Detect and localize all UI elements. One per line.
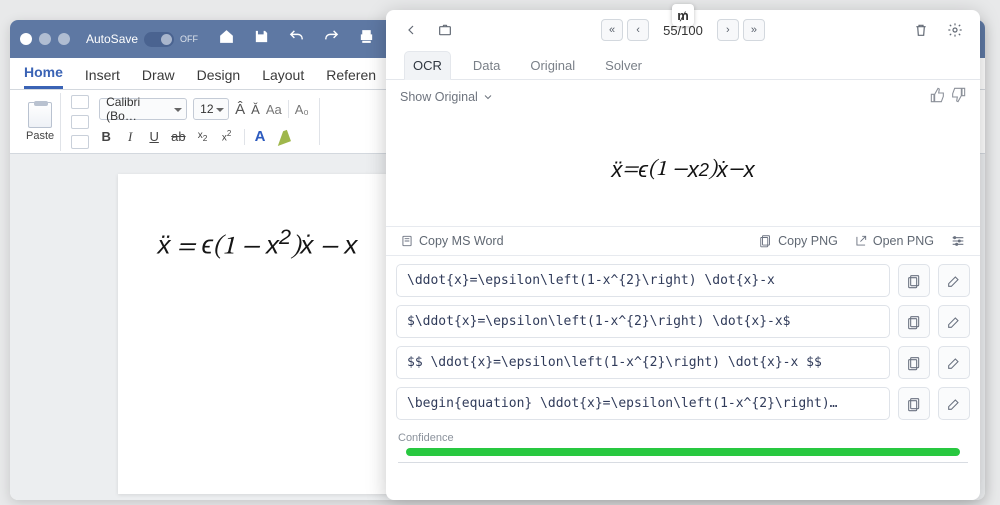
pager-first-button[interactable]: «: [601, 19, 623, 41]
ribbon-tab-insert[interactable]: Insert: [85, 61, 120, 89]
pager-last-button[interactable]: »: [743, 19, 765, 41]
panel-subbar: Show Original: [386, 80, 980, 114]
underline-button[interactable]: U: [147, 129, 161, 144]
latex-row: $$ \ddot{x}=\epsilon\left(1-x^{2}\right)…: [396, 346, 970, 379]
undo-icon[interactable]: [288, 28, 305, 50]
thumbs-up-icon[interactable]: [930, 87, 946, 108]
traffic-min-icon[interactable]: [39, 33, 51, 45]
change-case-icon[interactable]: A₀: [295, 102, 309, 117]
ocr-panel: ₥ « ‹ 55/100 › » OCR Data Original Solve…: [386, 10, 980, 500]
settings-button[interactable]: [942, 17, 968, 43]
autosave-switch-icon[interactable]: [144, 32, 174, 47]
latex-code[interactable]: \ddot{x}=\epsilon\left(1-x^{2}\right) \d…: [396, 264, 890, 297]
panel-tab-original[interactable]: Original: [522, 52, 583, 79]
copy-msword-button[interactable]: Copy MS Word: [400, 234, 504, 248]
chevron-down-icon: [482, 91, 494, 103]
edit-latex-button[interactable]: [938, 305, 970, 338]
redo-icon[interactable]: [323, 28, 340, 50]
copy-latex-button[interactable]: [898, 387, 930, 420]
feedback-votes: [930, 87, 966, 108]
font-row: Calibri (Bo… 12 Â Ǎ Aa A₀: [99, 98, 309, 120]
ribbon-tab-references[interactable]: Referen: [326, 61, 376, 89]
edit-latex-button[interactable]: [938, 387, 970, 420]
font-size-select[interactable]: 12: [193, 98, 229, 120]
copy-latex-button[interactable]: [898, 305, 930, 338]
subscript-button[interactable]: x2: [196, 130, 210, 143]
paste-label: Paste: [26, 130, 54, 142]
show-original-toggle[interactable]: Show Original: [400, 90, 494, 104]
traffic-max-icon[interactable]: [58, 33, 70, 45]
bold-button[interactable]: B: [99, 129, 113, 144]
confidence-bar: [406, 448, 960, 456]
autosave-label: AutoSave: [86, 32, 138, 46]
italic-button[interactable]: I: [123, 129, 137, 145]
confidence-label: Confidence: [398, 432, 968, 444]
print-icon[interactable]: [358, 28, 375, 50]
copy-latex-button[interactable]: [898, 346, 930, 379]
actionbar-options-icon[interactable]: [950, 233, 966, 249]
home-icon[interactable]: [218, 28, 235, 50]
confidence-section: Confidence: [386, 428, 980, 473]
copy-latex-button[interactable]: [898, 264, 930, 297]
edit-latex-button[interactable]: [938, 346, 970, 379]
cut-icon[interactable]: [71, 95, 89, 109]
shrink-font-icon[interactable]: Ǎ: [251, 102, 260, 117]
open-png-button[interactable]: Open PNG: [854, 234, 934, 248]
format-painter-icon[interactable]: [71, 135, 89, 149]
clipboard-icon[interactable]: [28, 102, 52, 128]
paste-group: Paste: [20, 93, 61, 151]
clear-format-icon[interactable]: Aa: [266, 102, 282, 117]
latex-output-list: \ddot{x}=\epsilon\left(1-x^{2}\right) \d…: [386, 256, 980, 428]
clipboard-mini-buttons: [71, 95, 89, 149]
pager-prev-button[interactable]: ‹: [627, 19, 649, 41]
ribbon-tab-home[interactable]: Home: [24, 58, 63, 89]
panel-tab-data[interactable]: Data: [465, 52, 508, 79]
action-bar: Copy MS Word Copy PNG Open PNG: [386, 226, 980, 256]
window-traffic-lights[interactable]: [20, 33, 70, 45]
ribbon-tab-draw[interactable]: Draw: [142, 61, 175, 89]
grow-font-icon[interactable]: Â: [235, 101, 245, 118]
latex-row: \ddot{x}=\epsilon\left(1-x^{2}\right) \d…: [396, 264, 970, 297]
style-row: B I U ab x2 x2 A: [99, 128, 309, 145]
panel-tabs: OCR Data Original Solver: [386, 50, 980, 80]
strike-button[interactable]: ab: [171, 129, 185, 144]
panel-tab-solver[interactable]: Solver: [597, 52, 650, 79]
ribbon-tab-design[interactable]: Design: [197, 61, 241, 89]
delete-button[interactable]: [908, 17, 934, 43]
latex-row: $\ddot{x}=\epsilon\left(1-x^{2}\right) \…: [396, 305, 970, 338]
latex-code[interactable]: \begin{equation} \ddot{x}=\epsilon\left(…: [396, 387, 890, 420]
pager-next-button[interactable]: ›: [717, 19, 739, 41]
autosave-state: OFF: [180, 34, 198, 44]
capture-icon[interactable]: [432, 17, 458, 43]
save-icon[interactable]: [253, 28, 270, 50]
latex-code[interactable]: $$ \ddot{x}=\epsilon\left(1-x^{2}\right)…: [396, 346, 890, 379]
font-name-select[interactable]: Calibri (Bo…: [99, 98, 187, 120]
titlebar-quick-icons: [218, 28, 410, 50]
panel-handle-icon[interactable]: ₥: [672, 4, 694, 26]
copy-png-button[interactable]: Copy PNG: [759, 234, 838, 248]
highlight-button[interactable]: [275, 130, 289, 144]
panel-top-right: [908, 17, 968, 43]
panel-tab-ocr[interactable]: OCR: [404, 51, 451, 80]
latex-row: \begin{equation} \ddot{x}=\epsilon\left(…: [396, 387, 970, 420]
edit-latex-button[interactable]: [938, 264, 970, 297]
thumbs-down-icon[interactable]: [950, 87, 966, 108]
back-button[interactable]: [398, 17, 424, 43]
rendered-equation: ẍ = ϵ(1 − x2)ẋ − x: [386, 114, 980, 226]
font-color-button[interactable]: A: [255, 128, 266, 145]
ribbon-tab-layout[interactable]: Layout: [262, 61, 304, 89]
autosave-toggle[interactable]: AutoSave OFF: [86, 32, 198, 47]
traffic-close-icon[interactable]: [20, 33, 32, 45]
superscript-button[interactable]: x2: [220, 129, 234, 143]
copy-icon[interactable]: [71, 115, 89, 129]
latex-code[interactable]: $\ddot{x}=\epsilon\left(1-x^{2}\right) \…: [396, 305, 890, 338]
